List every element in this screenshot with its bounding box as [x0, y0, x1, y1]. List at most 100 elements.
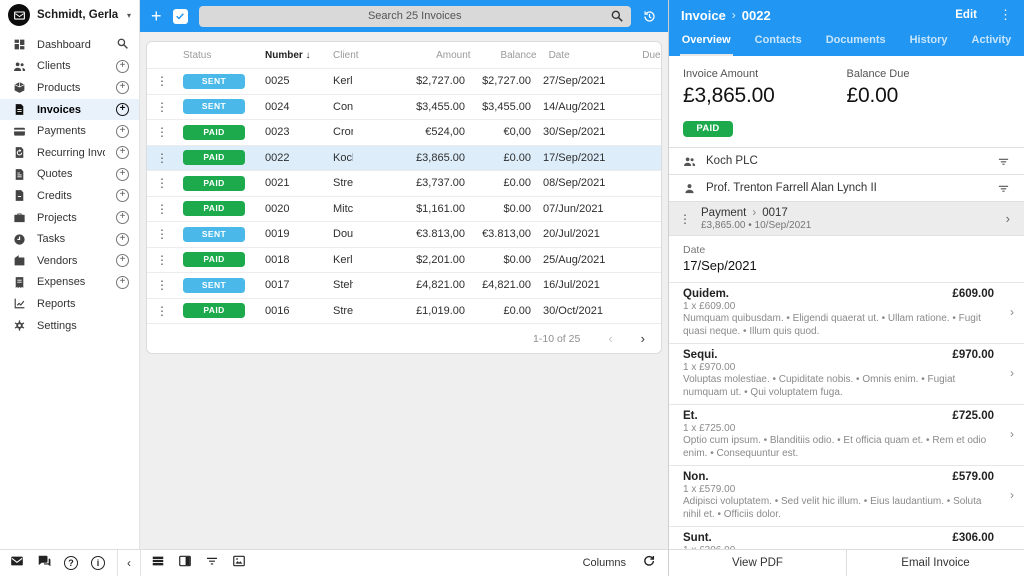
item-quantity: 1 x £609.00: [683, 301, 736, 312]
search-icon[interactable]: [610, 9, 624, 28]
row-menu-icon[interactable]: ⋮: [147, 125, 177, 139]
quick-add-icon[interactable]: +: [116, 81, 129, 95]
quick-add-icon[interactable]: +: [116, 189, 129, 203]
quick-add-icon[interactable]: +: [116, 103, 129, 117]
line-item[interactable]: Et. £725.00 1 x £725.00 Optio cum ipsum. • …: [669, 404, 1024, 465]
filter-list-icon[interactable]: [997, 155, 1010, 168]
sidebar-item-tasks[interactable]: Tasks +: [0, 228, 139, 250]
list-topbar: +: [140, 0, 668, 32]
client-row[interactable]: Koch PLC: [669, 147, 1024, 174]
column-header-status[interactable]: Status: [177, 50, 261, 61]
quick-add-icon[interactable]: +: [116, 124, 129, 138]
tab-activity[interactable]: Activity: [970, 30, 1014, 56]
history-icon[interactable]: [642, 9, 657, 24]
invoice-row-0017[interactable]: ⋮ SENT 0017 Stehr, Murphy and Bahringer £4,8…: [147, 272, 661, 298]
row-menu-icon[interactable]: ⋮: [147, 100, 177, 114]
sidebar-item-payments[interactable]: Payments +: [0, 120, 139, 142]
invoice-row-0025[interactable]: ⋮ SENT 0025 Kerluke-Abshire $2,727.00 $2,727.…: [147, 68, 661, 94]
sidebar-item-quotes[interactable]: Quotes +: [0, 164, 139, 186]
row-menu-icon[interactable]: ⋮: [147, 304, 177, 318]
sidebar-item-dashboard[interactable]: Dashboard: [0, 34, 139, 56]
sidebar-item-credits[interactable]: Credits +: [0, 185, 139, 207]
info-icon[interactable]: i: [91, 556, 105, 570]
column-header-number[interactable]: Number ↓: [261, 50, 329, 61]
select-all-checkbox[interactable]: [172, 8, 188, 24]
sidebar-item-products[interactable]: Products +: [0, 77, 139, 99]
sidebar-item-expenses[interactable]: Expenses +: [0, 272, 139, 294]
sidebar: Schmidt, Gerla ▾ Dashboard Clients + Produc…: [0, 0, 140, 549]
invoice-row-0018[interactable]: ⋮ PAID 0018 Kerluke-Abshire $2,201.00 $0.00 25…: [147, 246, 661, 272]
sidebar-item-projects[interactable]: Projects +: [0, 207, 139, 229]
user-menu[interactable]: Schmidt, Gerla ▾: [0, 0, 139, 30]
image-view-icon[interactable]: [232, 554, 246, 573]
row-menu-icon[interactable]: ⋮: [147, 74, 177, 88]
quick-add-icon[interactable]: +: [116, 59, 129, 73]
payment-menu-icon[interactable]: ⋮: [679, 212, 691, 226]
column-header-due[interactable]: Due: [637, 50, 661, 61]
line-item[interactable]: Sequi. £970.00 1 x £970.00 Voluptas molesti…: [669, 343, 1024, 404]
quick-add-icon[interactable]: +: [116, 232, 129, 246]
email-icon[interactable]: [10, 554, 24, 573]
columns-button[interactable]: Columns: [583, 557, 626, 569]
sidebar-item-reports[interactable]: Reports: [0, 293, 139, 315]
sidebar-item-recurring-invoices[interactable]: Recurring Invoices+: [0, 142, 139, 164]
edit-button[interactable]: Edit: [955, 9, 977, 21]
split-view-icon[interactable]: [178, 554, 192, 573]
payment-row[interactable]: ⋮ Payment › 0017 £3,865.00 • 10/Sep/2021…: [669, 201, 1024, 235]
row-menu-icon[interactable]: ⋮: [147, 202, 177, 216]
quick-add-icon[interactable]: +: [116, 146, 129, 160]
new-invoice-button[interactable]: +: [151, 7, 162, 25]
client-name: Stehr, Murphy and Bahringer: [333, 279, 353, 292]
quick-add-icon[interactable]: +: [116, 254, 129, 268]
credits-icon: [15, 190, 24, 202]
tab-history[interactable]: History: [908, 30, 950, 56]
help-icon[interactable]: ?: [64, 556, 78, 570]
tab-documents[interactable]: Documents: [824, 30, 888, 56]
detail-menu-icon[interactable]: ⋮: [999, 7, 1012, 23]
invoice-row-0022[interactable]: ⋮ PAID 0022 Koch PLC £3,865.00 £0.00 17/Sep/20…: [147, 144, 661, 170]
line-item[interactable]: Quidem. £609.00 1 x £609.00 Numquam quibusd…: [669, 282, 1024, 343]
sidebar-item-invoices[interactable]: Invoices +: [0, 98, 139, 121]
row-menu-icon[interactable]: ⋮: [147, 253, 177, 267]
previous-page-icon[interactable]: ‹: [608, 331, 612, 346]
line-item[interactable]: Non. £579.00 1 x £579.00 Adipisci voluptate…: [669, 465, 1024, 526]
contact-row[interactable]: Prof. Trenton Farrell Alan Lynch II: [669, 174, 1024, 201]
invoice-row-0019[interactable]: ⋮ SENT 0019 Douglas and Sons €3.813,00 €3.813…: [147, 221, 661, 247]
search-icon[interactable]: [116, 37, 129, 53]
filter-list-icon[interactable]: [997, 182, 1010, 195]
column-header-amount[interactable]: Amount: [359, 50, 477, 61]
sidebar-item-vendors[interactable]: Vendors +: [0, 250, 139, 272]
invoice-row-0023[interactable]: ⋮ PAID 0023 Cronin-Hodkiewicz €524,00 €0,00 30…: [147, 119, 661, 145]
column-header-client[interactable]: Client: [329, 50, 359, 61]
search-input[interactable]: [198, 5, 631, 27]
search-icon: [117, 38, 128, 49]
collapse-sidebar-icon[interactable]: ‹: [118, 556, 140, 570]
sidebar-item-clients[interactable]: Clients +: [0, 56, 139, 78]
list-view-icon[interactable]: [151, 554, 165, 573]
quick-add-icon[interactable]: +: [116, 211, 129, 225]
row-menu-icon[interactable]: ⋮: [147, 176, 177, 190]
row-menu-icon[interactable]: ⋮: [147, 151, 177, 165]
refresh-icon[interactable]: [642, 554, 656, 573]
invoice-date: 30/Sep/2021: [543, 126, 606, 139]
item-quantity: 1 x £725.00: [683, 423, 736, 434]
invoice-row-0020[interactable]: ⋮ PAID 0020 Mitchell, Kutch and Durgan $1,16…: [147, 195, 661, 221]
row-menu-icon[interactable]: ⋮: [147, 227, 177, 241]
quick-add-icon[interactable]: +: [116, 275, 129, 289]
line-item[interactable]: Sunt.£306.001 x £306.00Amet velit dolore…: [669, 526, 1024, 549]
invoice-row-0024[interactable]: ⋮ SENT 0024 Conn-Rogahn $3,455.00 $3,455.00 14…: [147, 93, 661, 119]
email-invoice-button[interactable]: Email Invoice: [846, 550, 1024, 576]
view-pdf-button[interactable]: View PDF: [669, 550, 846, 576]
row-menu-icon[interactable]: ⋮: [147, 278, 177, 292]
chat-icon[interactable]: [37, 554, 51, 573]
sidebar-item-settings[interactable]: Settings: [0, 315, 139, 337]
column-header-balance[interactable]: Balance: [477, 50, 543, 61]
invoice-row-0021[interactable]: ⋮ PAID 0021 Streich, Dickinson and Jaskolsk…: [147, 170, 661, 196]
next-page-icon[interactable]: ›: [641, 331, 645, 346]
tab-overview[interactable]: Overview: [679, 30, 733, 56]
invoice-row-0016[interactable]: ⋮ PAID 0016 Streich, Dickinson and Jaskolsk…: [147, 297, 661, 323]
filter-icon[interactable]: [205, 554, 219, 573]
column-header-date[interactable]: Date: [543, 50, 637, 61]
tab-contacts[interactable]: Contacts: [753, 30, 804, 56]
quick-add-icon[interactable]: +: [116, 167, 129, 181]
